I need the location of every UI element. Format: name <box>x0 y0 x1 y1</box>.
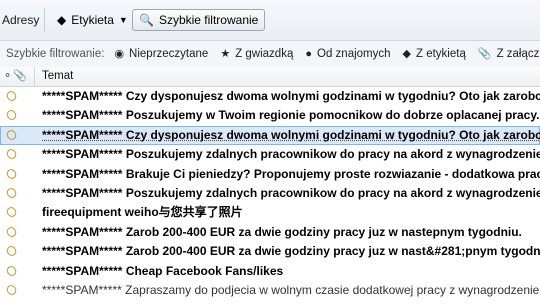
paperclip-icon <box>4 147 19 161</box>
message-subject: *****SPAM***** Zarob 200-400 EUR za dwie… <box>42 244 540 259</box>
message-subject: *****SPAM***** Poszukujemy zdalnych prac… <box>42 185 540 200</box>
quick-filter-button[interactable]: 🔍 Szybkie filtrowanie <box>132 9 266 31</box>
quick-filter-button-label: Szybkie filtrowanie <box>158 13 259 27</box>
message-row[interactable]: *****SPAM***** Poszukujemy w Twoim regio… <box>0 106 540 125</box>
paperclip-icon <box>4 244 19 258</box>
filter-tagged[interactable]: ◆ Z etykietą <box>403 48 466 60</box>
filter-contacts[interactable]: ● Od znajomych <box>305 48 390 60</box>
filter-starred-label: Z gwiazdką <box>235 48 294 60</box>
message-subject: *****SPAM***** Czy dysponujesz dwoma wol… <box>42 127 540 142</box>
message-subject: *****SPAM***** Poszukujemy zdalnych prac… <box>42 147 540 162</box>
attachment-column-icon[interactable]: 📎 <box>13 69 27 82</box>
message-row[interactable]: *****SPAM***** Zarob 200-400 EUR za dwie… <box>0 242 540 261</box>
message-row[interactable]: *****SPAM***** Zapraszamy do podjecia w … <box>0 281 540 300</box>
paperclip-icon <box>4 166 19 181</box>
subject-column-header[interactable]: Temat <box>42 70 73 82</box>
search-icon: 🔍 <box>139 13 154 27</box>
filter-starred[interactable]: ★ Z gwiazdką <box>220 48 293 60</box>
star-icon: ★ <box>220 48 231 60</box>
contact-icon: ● <box>305 48 313 60</box>
message-subject: *****SPAM***** Brakuje Ci pieniedzy? Pro… <box>42 166 540 181</box>
filter-unread[interactable]: ◉ Nieprzeczytane <box>114 48 208 60</box>
message-row[interactable]: *****SPAM***** Czy dysponujesz dwoma wol… <box>0 125 540 146</box>
message-subject: *****SPAM***** Zapraszamy do podjecia w … <box>42 282 540 297</box>
message-row[interactable]: *****SPAM***** Cheap Facebook Fans/likes <box>0 262 540 281</box>
address-book-button[interactable]: Adresy <box>2 13 39 27</box>
tag-button-label: Etykieta <box>71 13 114 27</box>
message-subject: *****SPAM***** Poszukujemy w Twoim regio… <box>42 108 540 123</box>
message-row[interactable]: *****SPAM***** Poszukujemy zdalnych prac… <box>0 145 540 164</box>
paperclip-icon: 📎 <box>477 48 492 60</box>
message-row[interactable]: *****SPAM***** Czy dysponujesz dwoma wol… <box>0 87 540 106</box>
message-subject: *****SPAM***** Czy dysponujesz dwoma wol… <box>42 89 540 103</box>
filter-contacts-label: Od znajomych <box>317 48 391 60</box>
message-list-header: ⚬ 📎 Temat <box>0 67 540 87</box>
message-subject: *****SPAM***** Zarob 200-400 EUR za dwie… <box>42 224 522 239</box>
filter-attachments-label: Z załącz <box>496 48 540 60</box>
message-list: *****SPAM***** Czy dysponujesz dwoma wol… <box>0 87 540 300</box>
tag-button[interactable]: ◆ Etykieta ▼ <box>50 9 135 31</box>
filter-unread-label: Nieprzeczytane <box>129 48 209 60</box>
paperclip-icon <box>4 225 19 239</box>
paperclip-icon <box>4 205 19 220</box>
paperclip-icon <box>4 283 19 297</box>
filter-attachments[interactable]: 📎 Z załącz <box>478 48 540 60</box>
thread-column-icon[interactable]: ⚬ <box>3 69 12 82</box>
message-row[interactable]: *****SPAM***** Zarob 200-400 EUR za dwie… <box>0 223 540 242</box>
message-subject: *****SPAM***** Cheap Facebook Fans/likes <box>42 263 284 278</box>
main-toolbar: Adresy ◆ Etykieta ▼ 🔍 Szybkie filtrowani… <box>0 0 540 41</box>
quick-filter-bar: Szybkie filtrowanie: ◉ Nieprzeczytane ★ … <box>0 41 540 68</box>
message-row[interactable]: *****SPAM***** Brakuje Ci pieniedzy? Pro… <box>0 165 540 184</box>
paperclip-icon <box>4 263 19 278</box>
message-subject: fireequipment weiho与您共享了照片 <box>42 205 243 220</box>
paperclip-icon <box>4 108 19 123</box>
chevron-down-icon: ▼ <box>118 15 128 25</box>
tag-icon: ◆ <box>402 48 411 60</box>
message-row[interactable]: fireequipment weiho与您共享了照片 <box>0 203 540 222</box>
toolbar-separator <box>44 8 45 32</box>
filter-tagged-label: Z etykietą <box>416 48 466 60</box>
paperclip-icon <box>4 128 19 142</box>
paperclip-icon <box>4 89 19 103</box>
message-row[interactable]: *****SPAM***** Poszukujemy zdalnych prac… <box>0 184 540 203</box>
paperclip-icon <box>4 186 19 200</box>
unread-icon: ◉ <box>114 48 125 60</box>
quick-filter-label: Szybkie filtrowanie: <box>6 48 105 60</box>
column-separator <box>34 67 35 86</box>
tag-icon: ◆ <box>57 13 67 27</box>
